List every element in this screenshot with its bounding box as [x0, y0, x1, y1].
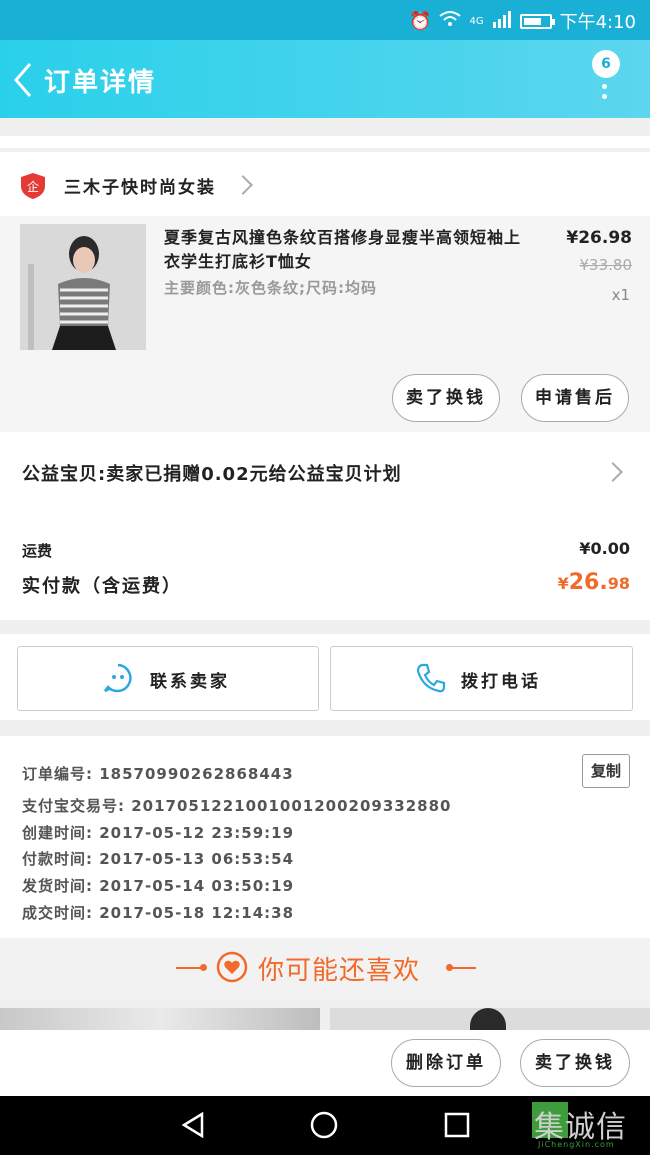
paid-time: 付款时间: 2017-05-13 06:53:54: [22, 850, 295, 868]
product-card[interactable]: 夏季复古风撞色条纹百搭修身显瘦半高领短袖上衣学生打底衫T恤女 主要颜色:灰色条纹…: [0, 216, 650, 432]
created-time: 创建时间: 2017-05-12 23:59:19: [22, 824, 295, 842]
recommend-header: 你可能还喜欢: [0, 938, 650, 1000]
notification-badge: 6: [592, 50, 620, 78]
total-amount: ¥26.98: [558, 570, 630, 595]
page-title: 订单详情: [44, 68, 157, 98]
shop-name: 三木子快时尚女装: [64, 178, 216, 198]
product-thumbnail[interactable]: [20, 224, 146, 350]
product-title[interactable]: 夏季复古风撞色条纹百搭修身显瘦半高领短袖上衣学生打底衫T恤女: [164, 226, 534, 274]
shipping-value: ¥0.00: [579, 539, 630, 558]
order-info: 订单编号: 18570990262868443 复制 支付宝交易号: 20170…: [0, 736, 650, 938]
phone-icon: [416, 663, 446, 693]
alipay-trade-number: 支付宝交易号: 2017051221001001200209332880: [22, 797, 452, 815]
top-divider: [0, 136, 650, 148]
recommend-title: 你可能还喜欢: [258, 956, 421, 986]
product-image: [20, 224, 146, 350]
heart-circle-icon: [216, 951, 248, 983]
completed-time: 成交时间: 2017-05-18 12:14:38: [22, 904, 295, 922]
product-quantity: x1: [611, 286, 630, 304]
nav-back-icon[interactable]: [178, 1110, 208, 1140]
watermark-url: JiChengXin.com: [538, 1140, 615, 1149]
charity-text[interactable]: 公益宝贝:卖家已捐赠0.02元给公益宝贝计划: [22, 460, 402, 486]
nav-home-icon[interactable]: [309, 1110, 339, 1140]
more-dots-icon: [602, 84, 607, 104]
more-menu-button[interactable]: 6: [588, 50, 628, 110]
shop-row[interactable]: 企 三木子快时尚女装: [0, 152, 650, 216]
chevron-right-icon: [233, 175, 253, 195]
contact-row: 联系卖家 拨打电话: [0, 634, 650, 720]
chevron-right-icon: [603, 462, 623, 482]
back-button[interactable]: [10, 60, 40, 100]
contact-seller-button[interactable]: 联系卖家: [17, 646, 319, 711]
contact-seller-label: 联系卖家: [150, 672, 230, 692]
system-nav-bar: 集诚信 JiChengXin.com: [0, 1096, 650, 1155]
signal-icon: [492, 10, 512, 33]
total-label: 实付款（含运费）: [22, 576, 182, 597]
bottom-action-bar: 删除订单 卖了换钱: [0, 1030, 650, 1096]
divider-line: [176, 967, 202, 969]
total-currency: ¥: [557, 574, 569, 593]
copy-button[interactable]: 复制: [582, 754, 630, 788]
divider-dot: [200, 964, 207, 971]
model-hair: [470, 1008, 506, 1030]
alarm-icon: ⏰: [409, 10, 432, 32]
shipping-label: 运费: [22, 542, 53, 560]
product-spec: 主要颜色:灰色条纹;尺码:均码: [164, 279, 377, 297]
product-price: ¥26.98: [566, 228, 632, 248]
divider-line: [450, 967, 476, 969]
sell-item-button-bottom[interactable]: 卖了换钱: [520, 1039, 630, 1087]
recommend-item-image[interactable]: [330, 1008, 650, 1030]
charity-and-fees: 公益宝贝:卖家已捐赠0.02元给公益宝贝计划 运费 ¥0.00 实付款（含运费）…: [0, 432, 650, 620]
wifi-icon: [439, 10, 462, 33]
after-sale-button[interactable]: 申请售后: [521, 374, 629, 422]
status-bar: ⏰ 4G 下午4:10: [0, 0, 650, 40]
nav-recents-icon[interactable]: [443, 1111, 471, 1139]
back-arrow-icon: [14, 63, 32, 97]
original-price: ¥33.80: [579, 256, 633, 274]
delete-order-button[interactable]: 删除订单: [391, 1039, 501, 1087]
sell-item-button[interactable]: 卖了换钱: [392, 374, 500, 422]
call-phone-label: 拨打电话: [461, 672, 541, 692]
recommend-item-image[interactable]: [0, 1008, 320, 1030]
order-number: 订单编号: 18570990262868443: [22, 765, 294, 783]
call-phone-button[interactable]: 拨打电话: [330, 646, 633, 711]
clock-time: 下午4:10: [559, 12, 636, 33]
chat-bubble-icon: [104, 663, 132, 693]
header-bar: 订单详情 6: [0, 40, 650, 118]
total-integer: 26.: [568, 570, 608, 595]
enterprise-shield-icon: 企: [21, 173, 45, 199]
watermark-logo: 集诚信 JiChengXin.com: [532, 1102, 648, 1150]
network-label: 4G: [469, 15, 484, 27]
battery-icon: [519, 13, 555, 29]
total-decimal: 98: [607, 574, 630, 593]
shipped-time: 发货时间: 2017-05-14 03:50:19: [22, 877, 295, 895]
svg-text:企: 企: [27, 179, 39, 194]
